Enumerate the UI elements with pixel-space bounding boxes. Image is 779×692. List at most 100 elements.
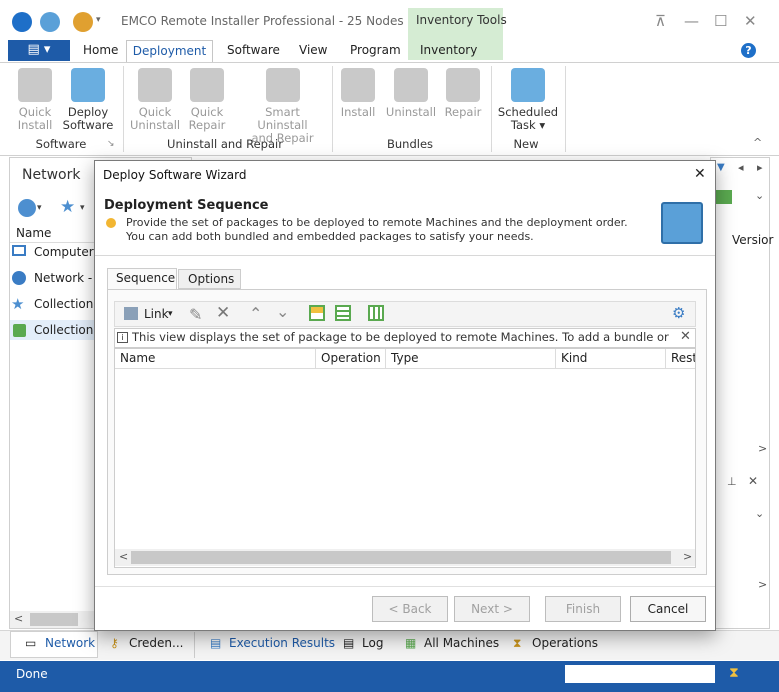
bottom-tab-network[interactable]: Network	[45, 636, 95, 650]
grid-scroll-right-icon[interactable]: >	[683, 550, 692, 563]
column-header-name[interactable]: Name	[10, 224, 94, 243]
monitor-icon: ▭	[25, 636, 37, 650]
edit-pencil-icon[interactable]: ✎	[189, 305, 202, 324]
grid-view-icon[interactable]	[716, 190, 732, 204]
bottom-tab-credentials[interactable]: Creden...	[129, 636, 183, 650]
right-panel-close-icon[interactable]: ✕	[748, 474, 758, 488]
right-scroll-right-icon[interactable]: >	[758, 442, 767, 455]
bottom-tabs-divider	[194, 632, 195, 658]
move-down-icon[interactable]: ⌄	[276, 302, 289, 321]
bottom-tab-operations[interactable]: Operations	[532, 636, 598, 650]
tab-software[interactable]: Software	[227, 43, 280, 57]
right-panel-expand-icon[interactable]: ⌄	[755, 189, 764, 202]
app-icon[interactable]	[12, 12, 32, 32]
delete-icon[interactable]: ✕	[216, 303, 230, 323]
next-button[interactable]: Next >	[454, 596, 530, 622]
right-panel-prev-icon[interactable]: ◂	[738, 161, 744, 174]
bottom-tab-log[interactable]: Log	[362, 636, 383, 650]
bottom-tab-execution-results[interactable]: Execution Results	[229, 636, 335, 650]
bundle-uninstall-button[interactable]: Uninstall	[385, 68, 437, 119]
wizard-close-icon[interactable]: ✕	[694, 166, 706, 182]
refresh-icon[interactable]	[40, 12, 60, 32]
quick-repair-button[interactable]: Quick Repair	[185, 68, 229, 132]
cancel-button[interactable]: Cancel	[630, 596, 706, 622]
palette-icon[interactable]	[73, 12, 93, 32]
wizard-tab-sequence[interactable]: Sequence	[116, 271, 175, 285]
maximize-button[interactable]: ☐	[714, 12, 727, 30]
deploy-software-button[interactable]: Deploy Software	[62, 68, 114, 132]
globe-dropdown-icon[interactable]: ▾	[37, 203, 42, 213]
smart-uninstall-repair-button[interactable]: Smart Uninstall and Repair	[240, 68, 325, 145]
bundle-repair-button[interactable]: Repair	[442, 68, 484, 119]
settings-gear-icon[interactable]: ⚙	[672, 304, 685, 322]
tree-item-collections[interactable]: Collections	[34, 297, 100, 311]
grid-col-operation[interactable]: Operation	[316, 349, 386, 368]
collection-icon	[13, 324, 26, 337]
computer-icon	[12, 245, 26, 256]
link-dropdown-icon[interactable]: ▾	[168, 309, 173, 319]
file-menu-button[interactable]: ▤ ▾	[8, 40, 70, 61]
ribbon-separator	[332, 66, 333, 152]
close-button[interactable]: ✕	[744, 12, 757, 30]
finish-button[interactable]: Finish	[545, 596, 621, 622]
dialog-launcher-icon[interactable]: ↘	[107, 139, 115, 149]
quick-install-button[interactable]: Quick Install	[14, 68, 56, 132]
move-up-icon[interactable]: ⌃	[249, 304, 262, 323]
window-title: EMCO Remote Installer Professional - 25 …	[121, 14, 435, 28]
help-icon[interactable]: ?	[741, 43, 756, 58]
ribbon-separator	[123, 66, 124, 152]
tab-view[interactable]: View	[299, 43, 327, 57]
collapse-ribbon-icon[interactable]: ^	[753, 136, 762, 149]
tree-item-network[interactable]: Network - [	[34, 271, 101, 285]
ungroup-icon[interactable]	[335, 305, 351, 321]
link-button[interactable]: Link	[144, 307, 169, 321]
scroll-left-icon[interactable]: <	[14, 612, 23, 625]
tab-inventory[interactable]: Inventory	[420, 43, 477, 57]
grid-col-restart[interactable]: Resta	[666, 349, 695, 368]
bundle-install-button[interactable]: Install	[337, 68, 379, 119]
scheduled-task-button[interactable]: Scheduled Task ▾	[497, 68, 559, 132]
columns-icon[interactable]	[368, 305, 384, 321]
grid-col-kind[interactable]: Kind	[556, 349, 666, 368]
machines-icon: ▦	[405, 636, 417, 650]
wizard-description: Provide the set of packages to be deploy…	[126, 216, 628, 243]
scheduled-task-label-2: Task ▾	[510, 118, 546, 132]
group-icon[interactable]	[309, 305, 325, 321]
quick-uninstall-button[interactable]: Quick Uninstall	[130, 68, 180, 132]
grid-col-name[interactable]: Name	[115, 349, 316, 368]
deploy-software-label-2: Software	[62, 118, 114, 132]
pin-icon[interactable]: ⊥	[727, 475, 737, 488]
ribbon-separator	[491, 66, 492, 152]
quick-access-dropdown-icon[interactable]: ▾	[96, 15, 101, 25]
lightbulb-icon	[106, 218, 116, 228]
tab-home[interactable]: Home	[83, 43, 118, 57]
group-uninstall-repair-label: Uninstall and Repair	[167, 137, 283, 151]
globe-icon[interactable]	[18, 199, 36, 217]
info-text: This view displays the set of package to…	[132, 330, 672, 344]
collections-star-icon: ★	[11, 295, 25, 313]
quick-uninstall-label-2: Uninstall	[130, 118, 181, 132]
disc-icon	[18, 68, 52, 102]
grid-scroll-thumb[interactable]	[131, 551, 671, 564]
right-panel-dropdown-icon[interactable]: ▼	[717, 162, 725, 173]
right-panel-next-icon[interactable]: ▸	[757, 161, 763, 174]
info-close-icon[interactable]: ✕	[680, 329, 691, 344]
right-panel-chevron-icon[interactable]: ⌄	[755, 507, 764, 520]
back-button[interactable]: < Back	[372, 596, 448, 622]
restore-ribbon-icon[interactable]: ⊼	[655, 12, 666, 30]
wizard-tab-options[interactable]: Options	[188, 272, 234, 286]
tab-deployment[interactable]: Deployment	[126, 40, 213, 63]
grid-header-line	[115, 368, 695, 369]
bundle-repair-label: Repair	[444, 105, 482, 119]
tab-program[interactable]: Program	[350, 43, 401, 57]
scroll-thumb[interactable]	[30, 613, 78, 626]
right-scroll-right-icon-2[interactable]: >	[758, 578, 767, 591]
star-dropdown-icon[interactable]: ▾	[80, 203, 85, 213]
column-header-version[interactable]: Versior	[732, 233, 773, 247]
minimize-button[interactable]: —	[684, 12, 699, 30]
bottom-tab-all-machines[interactable]: All Machines	[424, 636, 499, 650]
grid-col-type[interactable]: Type	[386, 349, 556, 368]
star-icon[interactable]: ★	[60, 197, 75, 217]
tree-item-collections-2[interactable]: Collections'	[34, 323, 103, 337]
grid-scroll-left-icon[interactable]: <	[119, 550, 128, 563]
